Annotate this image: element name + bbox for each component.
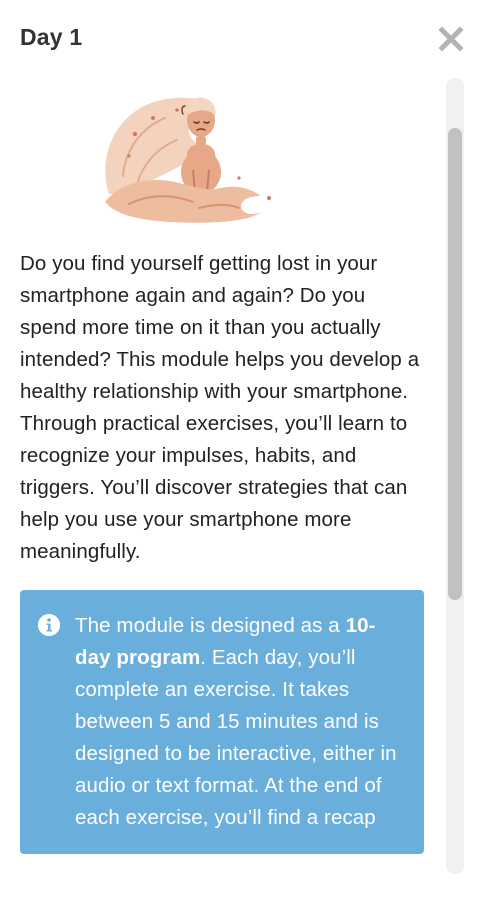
info-icon [38, 614, 60, 636]
info-text-start: The module is designed as a [75, 614, 346, 637]
close-icon [438, 26, 464, 52]
scrollbar[interactable] [446, 78, 464, 874]
person-in-wave-illustration [105, 97, 271, 223]
dialog-body[interactable]: Do you find yourself getting lost in you… [0, 76, 480, 874]
info-text-end: . Each day, you’ll complete an exercise.… [75, 646, 397, 829]
close-button[interactable] [438, 26, 464, 52]
dialog-header: Day 1 [0, 0, 480, 76]
page-title: Day 1 [20, 24, 83, 50]
module-description: Do you find yourself getting lost in you… [20, 252, 420, 563]
scrollbar-thumb[interactable] [448, 128, 462, 600]
content-column: Do you find yourself getting lost in you… [20, 76, 426, 854]
info-callout: The module is designed as a 10-day progr… [20, 590, 424, 854]
